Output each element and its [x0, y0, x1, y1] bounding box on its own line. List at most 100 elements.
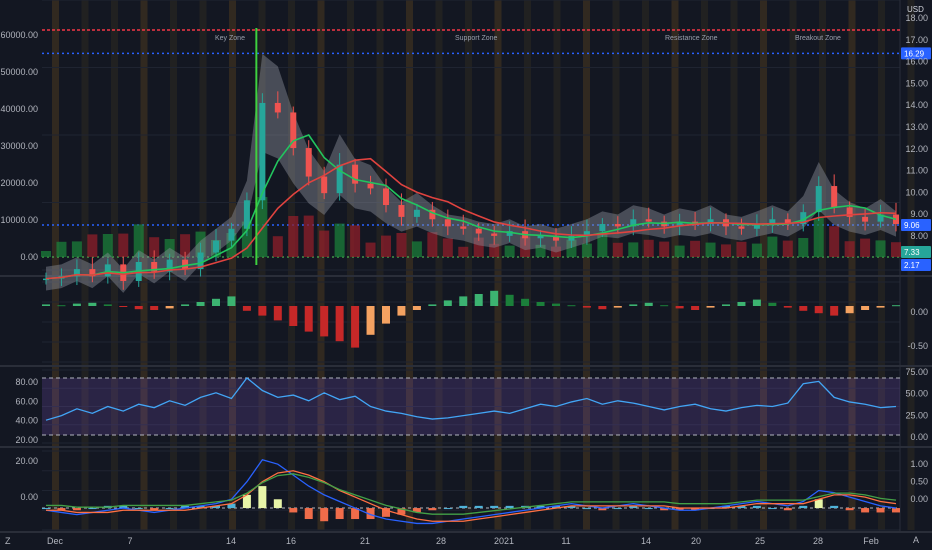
- volume-bar: [891, 242, 901, 257]
- price-left-tick: 10000.00: [0, 215, 38, 225]
- price-right-tick: 11.00: [906, 166, 928, 176]
- volume-bar: [628, 242, 639, 257]
- volume-bar: [643, 239, 654, 257]
- candle-body: [352, 164, 359, 184]
- macd-hist-bar: [644, 508, 653, 510]
- momentum-bar: [351, 306, 360, 348]
- date-tick: 2021: [494, 536, 514, 546]
- volume-bar: [860, 238, 871, 257]
- momentum-bar: [783, 306, 792, 308]
- momentum-bar: [212, 298, 220, 306]
- momentum-bar: [629, 304, 638, 306]
- macd-hist-bar: [289, 508, 298, 513]
- date-tick: 28: [436, 536, 446, 546]
- momentum-bar: [242, 306, 251, 311]
- volume-bar: [458, 246, 469, 257]
- volume-bar: [41, 251, 51, 257]
- price-tag-low: 2.17: [904, 261, 920, 270]
- momentum-bar: [366, 306, 375, 335]
- price-tag-current: 9.06: [904, 221, 920, 230]
- momentum-bar: [722, 304, 730, 306]
- date-tick: Feb: [863, 536, 879, 546]
- date-tick: 21: [360, 536, 370, 546]
- volume-bar: [581, 243, 592, 257]
- macd-hist-bar: [582, 508, 591, 510]
- candle-body: [228, 228, 235, 241]
- macd-hist-bar: [443, 508, 452, 510]
- rsi-pane[interactable]: [42, 377, 900, 436]
- momentum-bar: [57, 305, 66, 307]
- date-tick: 14: [641, 536, 651, 546]
- momentum-bar: [42, 304, 50, 306]
- momentum-bar: [845, 306, 854, 314]
- volume-bar: [365, 242, 376, 257]
- macd-hist-bar: [320, 508, 329, 522]
- date-tick: 28: [813, 536, 823, 546]
- candle-body: [831, 186, 838, 208]
- price-tag-mid: 7.33: [904, 248, 920, 257]
- momentum-bar: [814, 306, 823, 314]
- candle-body: [413, 209, 420, 217]
- momentum-bar: [134, 306, 143, 310]
- volume-bar: [813, 217, 824, 257]
- a-button[interactable]: A: [913, 535, 919, 545]
- momentum-bar: [165, 306, 174, 309]
- price-left-tick: 50000.00: [0, 67, 38, 77]
- momentum-bar: [644, 302, 653, 306]
- momentum-bar: [768, 302, 777, 306]
- momentum-bar: [273, 306, 282, 321]
- volume-bar: [56, 241, 67, 257]
- volume-bar: [612, 242, 623, 257]
- volume-bar: [381, 235, 391, 257]
- candle-body: [475, 228, 482, 234]
- momentum-bar: [536, 302, 545, 306]
- volume-bar: [411, 241, 422, 257]
- macd-hist-bar: [273, 499, 282, 509]
- rsi-right-tick: 25.00: [905, 410, 928, 420]
- macd-hist-bar: [165, 508, 174, 510]
- volume-bar: [334, 223, 345, 257]
- macd-hist-bar: [258, 486, 267, 509]
- trading-chart[interactable]: Key Zone Support Zone Resistance Zone Break…: [0, 0, 932, 550]
- candle-body: [182, 259, 189, 270]
- price-left-tick: 40000.00: [0, 104, 38, 114]
- macd-hist-bar: [490, 505, 499, 509]
- volume-bar: [659, 241, 670, 257]
- macd-left-tick: 20.00: [15, 456, 38, 466]
- candle-body: [444, 219, 451, 227]
- z-button[interactable]: Z: [5, 536, 11, 546]
- volume-bar: [396, 233, 407, 257]
- macd-right-tick: 0.00: [910, 494, 928, 504]
- macd-left-tick: 0.00: [20, 492, 38, 502]
- candle-body: [321, 176, 328, 194]
- candle-body: [104, 264, 111, 277]
- macd-hist-bar: [861, 508, 870, 513]
- volume-bar: [350, 225, 361, 257]
- momentum-bar: [799, 306, 808, 311]
- currency-label: USD: [907, 5, 924, 14]
- candle-body: [383, 188, 389, 206]
- rsi-right-tick: 50.00: [905, 389, 928, 399]
- volume-bar: [736, 241, 747, 257]
- macd-hist-bar: [88, 508, 97, 510]
- price-right-tick: 18.00: [905, 13, 928, 23]
- momentum-bar: [505, 294, 514, 306]
- volume-bar: [272, 236, 283, 257]
- date-tick: 14: [226, 536, 236, 546]
- momentum-bar: [289, 306, 298, 326]
- macd-hist-bar: [783, 508, 792, 511]
- volume-bar: [705, 242, 716, 257]
- volume-bar: [767, 236, 778, 257]
- momentum-bar: [660, 305, 669, 307]
- macd-hist-bar: [892, 508, 900, 513]
- date-tick: 25: [755, 536, 765, 546]
- candle-body: [738, 226, 745, 229]
- momentum-bar: [876, 306, 885, 308]
- macd-hist-bar: [428, 508, 437, 511]
- price-left-tick: 20000.00: [0, 178, 38, 188]
- momentum-bar: [335, 306, 344, 342]
- volume-bar: [829, 226, 840, 257]
- price-right-tick: 13.00: [905, 122, 928, 132]
- momentum-tick: -0.50: [907, 341, 928, 351]
- momentum-bar: [150, 306, 159, 310]
